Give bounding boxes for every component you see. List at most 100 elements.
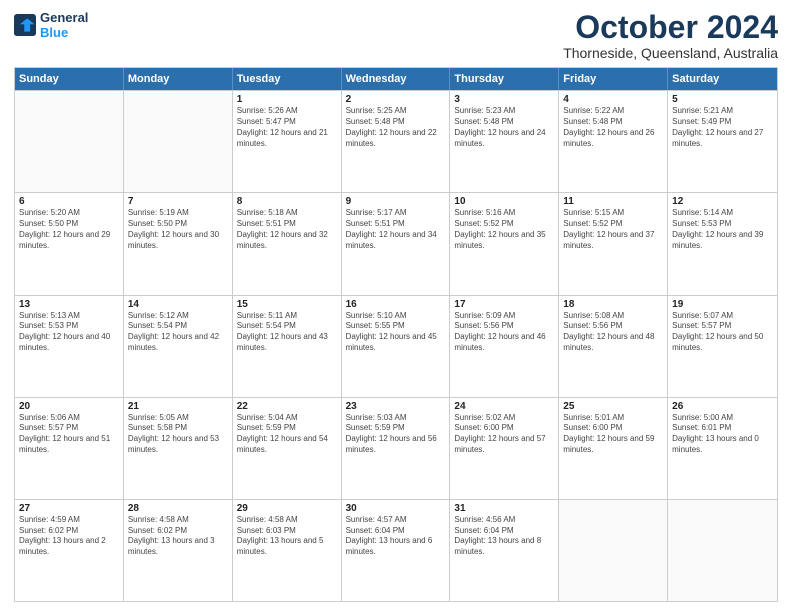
cell-info: Sunrise: 5:18 AM Sunset: 5:51 PM Dayligh… <box>237 208 337 251</box>
day-number: 3 <box>454 94 554 105</box>
calendar-cell: 19Sunrise: 5:07 AM Sunset: 5:57 PM Dayli… <box>668 296 777 397</box>
calendar-header-cell: Wednesday <box>342 68 451 90</box>
day-number: 21 <box>128 401 228 412</box>
day-number: 29 <box>237 503 337 514</box>
calendar-cell: 25Sunrise: 5:01 AM Sunset: 6:00 PM Dayli… <box>559 398 668 499</box>
day-number: 17 <box>454 299 554 310</box>
cell-info: Sunrise: 5:03 AM Sunset: 5:59 PM Dayligh… <box>346 413 446 456</box>
calendar-header-cell: Friday <box>559 68 668 90</box>
cell-info: Sunrise: 5:20 AM Sunset: 5:50 PM Dayligh… <box>19 208 119 251</box>
day-number: 28 <box>128 503 228 514</box>
calendar: SundayMondayTuesdayWednesdayThursdayFrid… <box>14 67 778 602</box>
calendar-cell: 14Sunrise: 5:12 AM Sunset: 5:54 PM Dayli… <box>124 296 233 397</box>
header: General Blue October 2024 Thorneside, Qu… <box>14 10 778 61</box>
cell-info: Sunrise: 5:00 AM Sunset: 6:01 PM Dayligh… <box>672 413 773 456</box>
day-number: 5 <box>672 94 773 105</box>
day-number: 1 <box>237 94 337 105</box>
calendar-cell: 21Sunrise: 5:05 AM Sunset: 5:58 PM Dayli… <box>124 398 233 499</box>
calendar-cell <box>124 91 233 192</box>
calendar-cell: 29Sunrise: 4:58 AM Sunset: 6:03 PM Dayli… <box>233 500 342 601</box>
calendar-cell: 23Sunrise: 5:03 AM Sunset: 5:59 PM Dayli… <box>342 398 451 499</box>
calendar-row: 13Sunrise: 5:13 AM Sunset: 5:53 PM Dayli… <box>15 295 777 397</box>
calendar-cell: 13Sunrise: 5:13 AM Sunset: 5:53 PM Dayli… <box>15 296 124 397</box>
calendar-header-cell: Tuesday <box>233 68 342 90</box>
calendar-header: SundayMondayTuesdayWednesdayThursdayFrid… <box>15 68 777 90</box>
day-number: 27 <box>19 503 119 514</box>
calendar-cell: 7Sunrise: 5:19 AM Sunset: 5:50 PM Daylig… <box>124 193 233 294</box>
cell-info: Sunrise: 5:13 AM Sunset: 5:53 PM Dayligh… <box>19 311 119 354</box>
calendar-cell: 12Sunrise: 5:14 AM Sunset: 5:53 PM Dayli… <box>668 193 777 294</box>
day-number: 30 <box>346 503 446 514</box>
calendar-header-cell: Thursday <box>450 68 559 90</box>
calendar-cell: 30Sunrise: 4:57 AM Sunset: 6:04 PM Dayli… <box>342 500 451 601</box>
location: Thorneside, Queensland, Australia <box>563 45 778 61</box>
calendar-cell: 18Sunrise: 5:08 AM Sunset: 5:56 PM Dayli… <box>559 296 668 397</box>
calendar-cell: 20Sunrise: 5:06 AM Sunset: 5:57 PM Dayli… <box>15 398 124 499</box>
calendar-cell: 6Sunrise: 5:20 AM Sunset: 5:50 PM Daylig… <box>15 193 124 294</box>
calendar-cell: 2Sunrise: 5:25 AM Sunset: 5:48 PM Daylig… <box>342 91 451 192</box>
cell-info: Sunrise: 5:21 AM Sunset: 5:49 PM Dayligh… <box>672 106 773 149</box>
day-number: 9 <box>346 196 446 207</box>
calendar-page: General Blue October 2024 Thorneside, Qu… <box>0 0 792 612</box>
cell-info: Sunrise: 5:10 AM Sunset: 5:55 PM Dayligh… <box>346 311 446 354</box>
cell-info: Sunrise: 5:16 AM Sunset: 5:52 PM Dayligh… <box>454 208 554 251</box>
cell-info: Sunrise: 4:58 AM Sunset: 6:03 PM Dayligh… <box>237 515 337 558</box>
day-number: 10 <box>454 196 554 207</box>
calendar-cell: 31Sunrise: 4:56 AM Sunset: 6:04 PM Dayli… <box>450 500 559 601</box>
calendar-cell: 1Sunrise: 5:26 AM Sunset: 5:47 PM Daylig… <box>233 91 342 192</box>
calendar-header-cell: Saturday <box>668 68 777 90</box>
calendar-cell: 26Sunrise: 5:00 AM Sunset: 6:01 PM Dayli… <box>668 398 777 499</box>
calendar-body: 1Sunrise: 5:26 AM Sunset: 5:47 PM Daylig… <box>15 90 777 601</box>
calendar-cell <box>559 500 668 601</box>
cell-info: Sunrise: 5:17 AM Sunset: 5:51 PM Dayligh… <box>346 208 446 251</box>
day-number: 2 <box>346 94 446 105</box>
calendar-cell: 5Sunrise: 5:21 AM Sunset: 5:49 PM Daylig… <box>668 91 777 192</box>
logo-text: General Blue <box>40 10 88 40</box>
day-number: 23 <box>346 401 446 412</box>
calendar-cell: 27Sunrise: 4:59 AM Sunset: 6:02 PM Dayli… <box>15 500 124 601</box>
day-number: 4 <box>563 94 663 105</box>
logo: General Blue <box>14 10 88 40</box>
month-title: October 2024 <box>563 10 778 45</box>
day-number: 13 <box>19 299 119 310</box>
calendar-cell: 15Sunrise: 5:11 AM Sunset: 5:54 PM Dayli… <box>233 296 342 397</box>
calendar-row: 6Sunrise: 5:20 AM Sunset: 5:50 PM Daylig… <box>15 192 777 294</box>
calendar-cell: 17Sunrise: 5:09 AM Sunset: 5:56 PM Dayli… <box>450 296 559 397</box>
cell-info: Sunrise: 5:23 AM Sunset: 5:48 PM Dayligh… <box>454 106 554 149</box>
calendar-row: 1Sunrise: 5:26 AM Sunset: 5:47 PM Daylig… <box>15 90 777 192</box>
cell-info: Sunrise: 5:14 AM Sunset: 5:53 PM Dayligh… <box>672 208 773 251</box>
day-number: 14 <box>128 299 228 310</box>
calendar-cell: 24Sunrise: 5:02 AM Sunset: 6:00 PM Dayli… <box>450 398 559 499</box>
calendar-cell: 11Sunrise: 5:15 AM Sunset: 5:52 PM Dayli… <box>559 193 668 294</box>
calendar-cell: 4Sunrise: 5:22 AM Sunset: 5:48 PM Daylig… <box>559 91 668 192</box>
calendar-header-cell: Sunday <box>15 68 124 90</box>
cell-info: Sunrise: 5:04 AM Sunset: 5:59 PM Dayligh… <box>237 413 337 456</box>
cell-info: Sunrise: 4:56 AM Sunset: 6:04 PM Dayligh… <box>454 515 554 558</box>
cell-info: Sunrise: 5:08 AM Sunset: 5:56 PM Dayligh… <box>563 311 663 354</box>
cell-info: Sunrise: 4:57 AM Sunset: 6:04 PM Dayligh… <box>346 515 446 558</box>
day-number: 6 <box>19 196 119 207</box>
calendar-cell: 10Sunrise: 5:16 AM Sunset: 5:52 PM Dayli… <box>450 193 559 294</box>
calendar-cell <box>668 500 777 601</box>
day-number: 16 <box>346 299 446 310</box>
cell-info: Sunrise: 5:09 AM Sunset: 5:56 PM Dayligh… <box>454 311 554 354</box>
calendar-row: 27Sunrise: 4:59 AM Sunset: 6:02 PM Dayli… <box>15 499 777 601</box>
day-number: 7 <box>128 196 228 207</box>
logo-icon <box>14 14 36 36</box>
day-number: 25 <box>563 401 663 412</box>
calendar-cell: 22Sunrise: 5:04 AM Sunset: 5:59 PM Dayli… <box>233 398 342 499</box>
cell-info: Sunrise: 4:58 AM Sunset: 6:02 PM Dayligh… <box>128 515 228 558</box>
day-number: 24 <box>454 401 554 412</box>
cell-info: Sunrise: 5:06 AM Sunset: 5:57 PM Dayligh… <box>19 413 119 456</box>
calendar-cell: 9Sunrise: 5:17 AM Sunset: 5:51 PM Daylig… <box>342 193 451 294</box>
cell-info: Sunrise: 5:12 AM Sunset: 5:54 PM Dayligh… <box>128 311 228 354</box>
cell-info: Sunrise: 5:05 AM Sunset: 5:58 PM Dayligh… <box>128 413 228 456</box>
calendar-cell <box>15 91 124 192</box>
day-number: 18 <box>563 299 663 310</box>
day-number: 8 <box>237 196 337 207</box>
cell-info: Sunrise: 5:26 AM Sunset: 5:47 PM Dayligh… <box>237 106 337 149</box>
day-number: 22 <box>237 401 337 412</box>
day-number: 11 <box>563 196 663 207</box>
cell-info: Sunrise: 5:15 AM Sunset: 5:52 PM Dayligh… <box>563 208 663 251</box>
cell-info: Sunrise: 5:01 AM Sunset: 6:00 PM Dayligh… <box>563 413 663 456</box>
